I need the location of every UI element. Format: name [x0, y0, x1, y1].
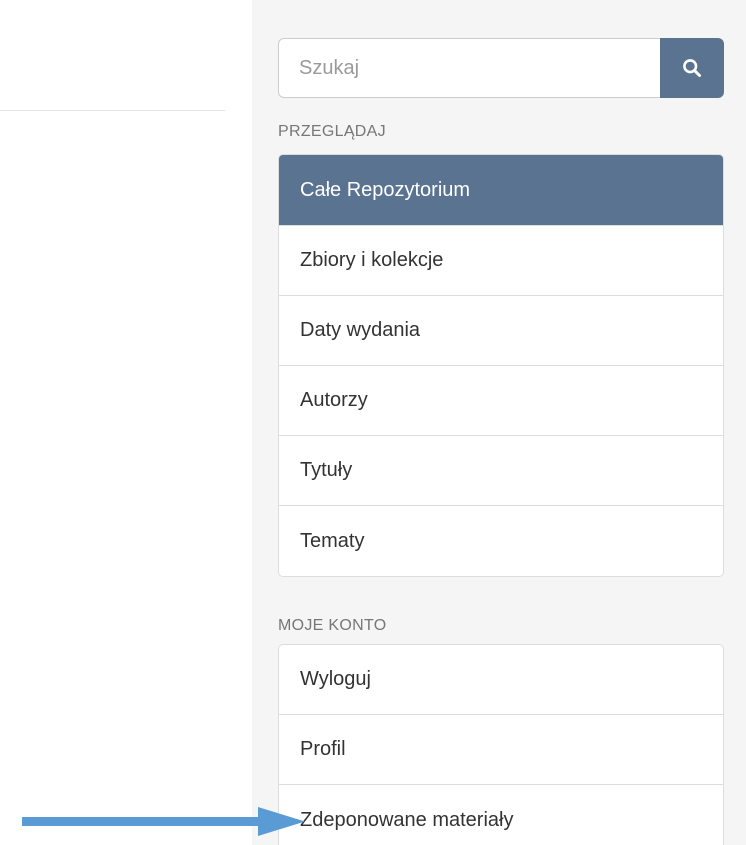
content-divider	[0, 110, 225, 111]
sidebar: PRZEGLĄDAJ Całe Repozytorium Zbiory i ko…	[252, 0, 746, 845]
browse-item-collections[interactable]: Zbiory i kolekcje	[279, 226, 723, 296]
browse-list: Całe Repozytorium Zbiory i kolekcje Daty…	[278, 154, 724, 577]
account-item-logout[interactable]: Wyloguj	[279, 645, 723, 715]
browse-item-authors[interactable]: Autorzy	[279, 366, 723, 436]
browse-item-titles[interactable]: Tytuły	[279, 436, 723, 506]
browse-item-whole-repository[interactable]: Całe Repozytorium	[279, 155, 723, 226]
account-heading: MOJE KONTO	[278, 617, 387, 634]
arrow-right-icon	[22, 807, 305, 836]
account-item-submissions[interactable]: Zdeponowane materiały	[279, 785, 723, 845]
browse-item-subjects[interactable]: Tematy	[279, 506, 723, 576]
search-button[interactable]	[660, 38, 724, 98]
search-form	[278, 38, 724, 98]
account-list: Wyloguj Profil Zdeponowane materiały	[278, 644, 724, 845]
search-icon	[683, 59, 701, 77]
account-item-profile[interactable]: Profil	[279, 715, 723, 785]
browse-heading: PRZEGLĄDAJ	[278, 123, 386, 140]
browse-item-issue-dates[interactable]: Daty wydania	[279, 296, 723, 366]
search-input[interactable]	[278, 38, 660, 98]
